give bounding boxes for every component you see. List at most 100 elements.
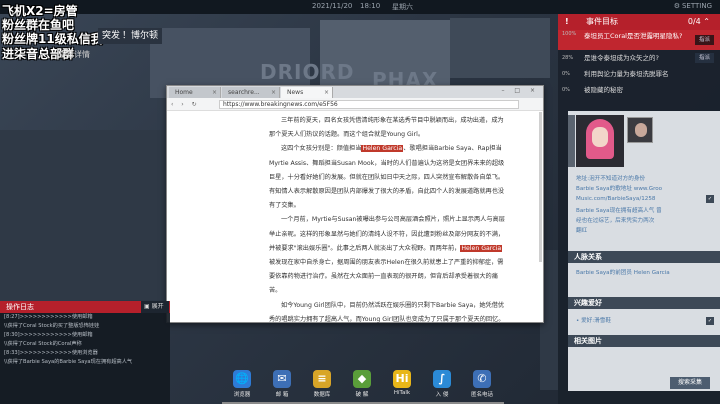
url-input[interactable]: https://www.breakingnews.com/e5F56 <box>219 100 519 109</box>
article-paragraph: 三年前的夏天，四名女孩凭借清纯形象在某选秀节目中脱颖而出，成功出道，成为那个夏天… <box>269 114 505 142</box>
dock-app-label: 匿名电话 <box>470 392 493 398</box>
tab-news[interactable]: News × <box>281 87 333 98</box>
settings-button[interactable]: SETTING <box>674 2 712 10</box>
breaking-news-badge[interactable]: 突发 ！博尔顿 <box>98 28 163 44</box>
app-icon: ◆ <box>353 370 371 388</box>
article-paragraph: 一个月前，Myrtie与Susan被曝出参与公司高层酒会照片，照片上显示两人与高… <box>269 213 505 298</box>
task-progress: 0% <box>562 71 570 77</box>
dossier-side-tab[interactable] <box>568 115 575 167</box>
app-icon: ✉ <box>273 370 291 388</box>
news-article: 三年前的夏天，四名女孩凭借清纯形象在某选秀节目中脱颖而出，成功出道，成为那个夏天… <box>269 114 505 327</box>
app-icon: ✆ <box>473 370 491 388</box>
window-controls[interactable]: – □ × <box>501 87 539 94</box>
task-text: 被隐藏的秘密 <box>584 86 623 94</box>
task-text: 泰坦员工Coral是否泄露明星隐私? <box>584 32 683 40</box>
task-list: 100% 泰坦员工Coral是否泄露明星隐私? 指派 28% 是谁令泰坦成为众矢之的? 指… <box>558 30 720 98</box>
view-details-link[interactable]: 查看详情 <box>58 49 90 60</box>
browser-window: Home × searchre... × News × – □ × ‹ › ↻ htt… <box>166 85 544 323</box>
dock-app[interactable]: ≡ 数据库 <box>306 366 338 398</box>
dock-app-label: HiTalk <box>393 390 411 396</box>
article-text: 如今Young Girl团队中，目前仍然活跃在娱乐圈的只剩下Barbie Say… <box>269 301 505 323</box>
section-hobbies: 兴趣爱好 <box>568 297 720 309</box>
dossier-line: 翻红 <box>576 228 588 234</box>
section-relations: 人脉关系 <box>568 251 720 263</box>
task-item[interactable]: 0% 被隐藏的秘密 <box>558 82 720 98</box>
map-block <box>0 130 166 300</box>
dock-app[interactable]: ◆ 破 解 <box>346 366 378 398</box>
task-text: 利用舆论力量为泰坦洗脱罪名 <box>584 70 669 78</box>
nav-arrows-icon[interactable]: ‹ › ↻ <box>171 101 200 108</box>
highlighted-name[interactable]: Helen Garcia <box>460 244 503 252</box>
dossier-line: Music.com/BarbieSaya/1258 <box>576 196 656 202</box>
article-text: 被发现在家中自杀身亡，据周围的朋友表示Helen在很久前就患上了严重的抑郁症，需… <box>269 259 504 295</box>
dock-app[interactable]: 🌐 浏览器 <box>226 366 258 398</box>
avatar <box>576 115 624 167</box>
dossier-card: 地址:泡开不知道对方的身份 Barbie Saya的歌地址 www.Groo M… <box>568 111 720 391</box>
map-label-driord: DRIORD <box>260 60 355 84</box>
section-photos: 相关图片 <box>568 335 720 347</box>
browser-tab-bar: Home × searchre... × News × – □ × <box>167 86 543 98</box>
dossier-line: Barbie Saya的歌地址 www.Groo <box>576 186 663 192</box>
log-entry: \\获得了Coral Stock的Coral声称 <box>4 341 82 347</box>
app-icon: ∫ <box>433 370 451 388</box>
expand-icon: ▣ <box>144 303 152 310</box>
dock-app[interactable]: ✆ 匿名电话 <box>466 366 498 398</box>
close-icon[interactable]: × <box>271 87 276 98</box>
tab-searchresult-label: searchre... <box>228 89 260 96</box>
hobby-line: • 爱好:滑雪鞋 <box>576 318 611 324</box>
dock-app[interactable]: ∫ 入 侵 <box>426 366 458 398</box>
dock-app[interactable]: ✉ 邮 箱 <box>266 366 298 398</box>
dock-app-label: 入 侵 <box>435 392 449 398</box>
badge-right-text: 博尔顿 <box>131 31 159 41</box>
app-dock: 🌐 浏览器 ✉ 邮 箱 ≡ 数据库 ◆ 破 解 Hi HiTalk ∫ 入 侵 ✆ 匿名电话 <box>222 366 504 404</box>
expand-log-button[interactable]: ▣ 展开 <box>141 301 169 313</box>
task-progress: 0% <box>562 87 570 93</box>
app-icon: Hi <box>393 370 411 388</box>
tab-home-label: Home <box>175 89 193 96</box>
task-item[interactable]: 100% 泰坦员工Coral是否泄露明星隐私? 指派 <box>558 30 720 50</box>
secondary-avatar-face <box>635 123 647 137</box>
article-paragraph: 如今Young Girl团队中，目前仍然活跃在娱乐圈的只剩下Barbie Say… <box>269 299 505 327</box>
highlighted-name[interactable]: Helen Garcia <box>361 145 404 153</box>
check-icon[interactable]: ✓ <box>706 195 714 203</box>
browser-scrollbar[interactable] <box>539 112 542 262</box>
dock-app[interactable]: Hi HiTalk <box>386 366 418 396</box>
app-icon: ≡ <box>313 370 331 388</box>
event-title: 事件目标 <box>586 17 618 26</box>
dock-app-label: 破 解 <box>355 392 369 398</box>
event-count[interactable]: 0/4 ⌃ <box>688 14 710 30</box>
task-item[interactable]: 0% 利用舆论力量为泰坦洗脱罪名 <box>558 66 720 82</box>
assign-button[interactable]: 指派 <box>694 35 714 45</box>
weekday-display: 星期六 <box>392 3 413 11</box>
avatar-face <box>592 127 608 147</box>
assign-button[interactable]: 指派 <box>694 53 714 63</box>
top-status-bar: 2021/11/20 18:10 星期六 SETTING <box>0 0 720 14</box>
close-icon[interactable]: × <box>212 87 217 98</box>
log-entry: [8:30]>>>>>>>>>>>>使用邮箱 <box>4 332 93 338</box>
log-entry: [8:33]>>>>>>>>>>>>使用浏览器 <box>4 350 98 356</box>
app-icon: 🌐 <box>233 370 251 388</box>
browser-url-bar: ‹ › ↻ https://www.breakingnews.com/e5F56 <box>167 98 543 111</box>
alert-icon: ! <box>565 17 569 26</box>
log-entry: \\获得了Barbie Saya的Barbie Saya现在拥有超高人气 <box>4 359 133 365</box>
log-entry: \\获得了Coral Stock的买了整版恐怖娃娃 <box>4 323 100 329</box>
date-display: 2021/11/20 <box>312 2 353 10</box>
tab-home[interactable]: Home × <box>169 87 221 98</box>
secondary-avatar[interactable] <box>627 117 653 143</box>
article-text: 、歌唱担当Barbie Saya、Rap担当Myrtie Assis、舞蹈担当S… <box>269 145 505 210</box>
dossier-line: 地址:泡开不知道对方的身份 <box>576 176 646 182</box>
search-collect-button[interactable]: 搜索采集 <box>670 377 710 389</box>
task-item[interactable]: 28% 是谁令泰坦成为众矢之的? 指派 <box>558 50 720 66</box>
article-text: 三年前的夏天，四名女孩凭借清纯形象在某选秀节目中脱颖而出，成功出道，成为那个夏天… <box>269 117 504 139</box>
task-progress: 100% <box>562 31 577 37</box>
dossier-line: 经也在过综艺，后来凭实力两次 <box>576 218 655 224</box>
dossier-line: Barbie Saya现在拥有超高人气 曾 <box>576 208 662 214</box>
badge-left-text: 突发 <box>102 31 121 41</box>
tab-searchresult[interactable]: searchre... × <box>222 87 280 98</box>
map-block <box>450 18 550 78</box>
check-icon[interactable]: ✓ <box>706 317 714 325</box>
task-progress: 28% <box>562 55 574 61</box>
article-text: 这四个女孩分别是：颜值担当 <box>281 145 362 153</box>
event-count-value: 0/4 <box>687 17 701 26</box>
close-icon[interactable]: × <box>324 87 329 98</box>
